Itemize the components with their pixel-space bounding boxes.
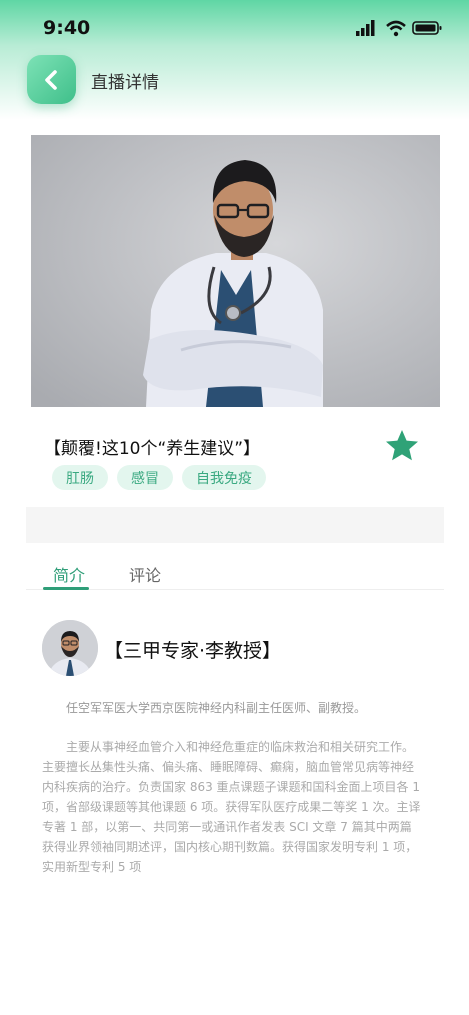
doctor-intro: 任空军军医大学西京医院神经内科副主任医师、副教授。 [66, 701, 367, 715]
avatar [42, 620, 98, 676]
doctor-detail: 主要从事神经血管介入和神经危重症的临床救治和相关研究工作。主要擅长丛集性头痛、偏… [42, 740, 421, 874]
tab-comments[interactable]: 评论 [129, 562, 161, 586]
status-bar: 9:40 [0, 0, 469, 56]
live-title: 【颠覆!这10个“养生建议”】 [44, 439, 261, 459]
battery-icon [412, 21, 442, 35]
section-divider [26, 507, 444, 543]
chevron-left-icon [44, 69, 57, 90]
tag-chip[interactable]: 肛肠 [52, 465, 108, 490]
tag-chip[interactable]: 自我免疫 [182, 465, 266, 490]
tab-bar: 简介 评论 [26, 558, 444, 590]
signal-icon [356, 20, 375, 36]
doctor-photo [31, 135, 440, 407]
star-icon[interactable] [384, 428, 420, 464]
back-button[interactable] [27, 55, 76, 104]
page-title: 直播详情 [91, 73, 159, 93]
tag-chip[interactable]: 感冒 [117, 465, 173, 490]
tab-intro[interactable]: 简介 [53, 562, 85, 586]
doctor-name: 【三甲专家·李教授】 [104, 640, 282, 662]
status-time: 9:40 [43, 17, 91, 39]
doctor-avatar-image [42, 620, 98, 676]
tag-list: 肛肠 感冒 自我免疫 [52, 465, 266, 490]
status-icons [356, 20, 442, 37]
active-tab-indicator [43, 587, 89, 590]
wifi-icon [386, 20, 406, 37]
live-cover-image[interactable] [31, 135, 440, 407]
